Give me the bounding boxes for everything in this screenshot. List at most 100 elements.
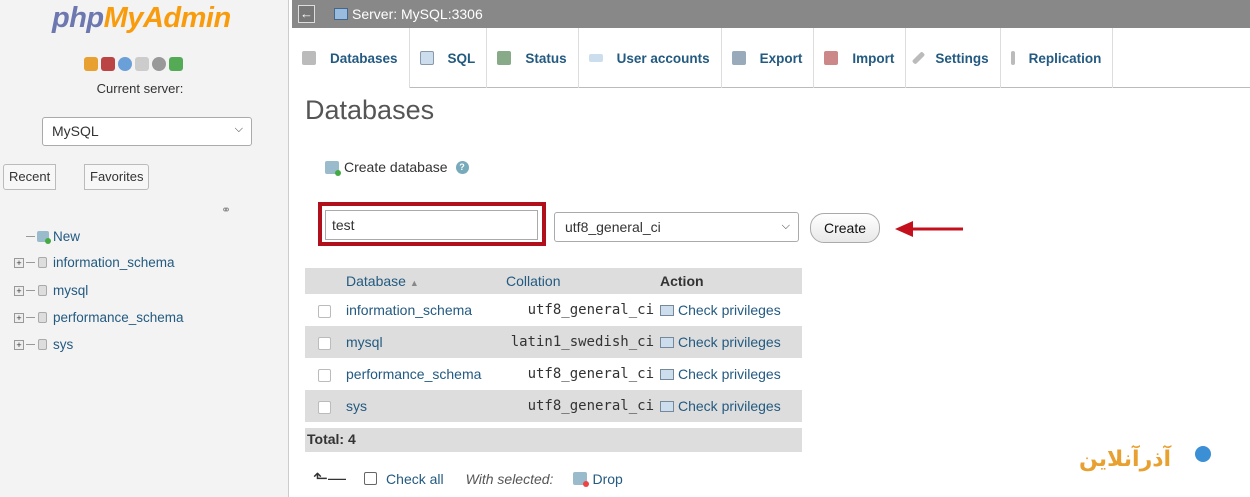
database-name-input[interactable] <box>325 210 538 240</box>
collation-cell: latin1_swedish_ci <box>503 326 657 358</box>
tree-item-new[interactable]: New <box>14 229 80 244</box>
help-icon[interactable]: ? <box>455 160 469 174</box>
logo-myadmin: MyAdmin <box>103 2 232 34</box>
table-row: sys utf8_general_ci Check privileges <box>305 390 802 422</box>
row-checkbox[interactable] <box>317 304 331 318</box>
phpmyadmin-logo[interactable]: phpMyAdmin <box>52 2 231 35</box>
nav-icon-row <box>84 57 183 71</box>
expand-icon[interactable]: + <box>14 339 24 350</box>
database-icon <box>38 257 47 268</box>
tree-item-performance-schema[interactable]: + performance_schema <box>14 310 184 325</box>
header-label: Collation <box>506 273 561 289</box>
header-checkbox-cell <box>305 268 343 294</box>
documentation-icon[interactable] <box>135 57 149 71</box>
users-icon <box>588 54 603 62</box>
tree-item-label: information_schema <box>53 255 175 270</box>
watermark-text: آذرآنلاین <box>1079 444 1172 472</box>
check-privileges-label: Check privileges <box>678 398 781 414</box>
server-breadcrumb[interactable]: Server: MySQL:3306 <box>352 6 483 22</box>
arrow-annotation-icon <box>895 221 963 237</box>
database-icon <box>38 285 47 296</box>
tab-user-accounts[interactable]: User accounts <box>579 28 722 88</box>
tab-sql[interactable]: SQL <box>410 28 488 88</box>
tab-export[interactable]: Export <box>722 28 815 88</box>
collation-cell: utf8_general_ci <box>503 358 657 390</box>
row-checkbox-cell <box>305 390 343 422</box>
with-selected-label: With selected: <box>465 470 554 487</box>
header-database[interactable]: Database ▲ <box>343 268 503 294</box>
create-database-heading: Create database ? <box>325 159 469 176</box>
table-header-row: Database ▲ Collation Action <box>305 268 802 294</box>
tab-label: Status <box>525 50 567 66</box>
link-icon[interactable]: ⚭ <box>221 203 231 217</box>
table-row: mysql latin1_swedish_ci Check privileges <box>305 326 802 358</box>
main-tab-bar: Databases SQL Status User accounts Expor… <box>292 28 1250 88</box>
check-privileges-link[interactable]: Check privileges <box>657 294 802 326</box>
page-title: Databases <box>305 95 435 125</box>
tab-label: SQL <box>447 50 476 66</box>
row-checkbox[interactable] <box>317 400 331 414</box>
tree-line <box>26 236 35 237</box>
tab-import[interactable]: Import <box>814 28 907 88</box>
collapse-sidebar-button[interactable]: ← <box>298 5 315 23</box>
database-name-link[interactable]: mysql <box>343 326 503 358</box>
tree-item-sys[interactable]: + sys <box>14 337 73 352</box>
replication-icon <box>1010 51 1015 65</box>
tab-label: Import <box>852 50 895 66</box>
check-privileges-link[interactable]: Check privileges <box>657 358 802 390</box>
expand-icon[interactable]: + <box>14 257 24 268</box>
check-all-label[interactable]: Check all <box>386 471 444 487</box>
expand-icon[interactable]: + <box>14 285 24 296</box>
row-checkbox-cell <box>305 358 343 390</box>
create-database-label: Create database <box>344 159 448 175</box>
home-icon[interactable] <box>84 57 98 71</box>
gear-icon[interactable] <box>152 57 166 71</box>
database-name-link[interactable]: performance_schema <box>343 358 503 390</box>
expand-icon[interactable]: + <box>14 312 24 323</box>
tree-item-label: mysql <box>53 283 89 298</box>
tab-databases[interactable]: Databases <box>292 28 410 88</box>
table-row: performance_schema utf8_general_ci Check… <box>305 358 802 390</box>
server-icon <box>334 8 348 20</box>
tab-label: Databases <box>330 50 398 66</box>
recent-tab[interactable]: Recent <box>3 164 57 190</box>
create-button[interactable]: Create <box>810 213 880 243</box>
tree-line <box>26 290 35 291</box>
tab-label: Replication <box>1028 50 1102 66</box>
arrow-head <box>895 221 913 237</box>
server-select[interactable]: MySQL ⌵ <box>42 117 252 146</box>
check-privileges-link[interactable]: Check privileges <box>657 390 802 422</box>
database-name-link[interactable]: sys <box>343 390 503 422</box>
check-privileges-link[interactable]: Check privileges <box>657 326 802 358</box>
tab-replication[interactable]: Replication <box>1001 28 1114 88</box>
check-all-checkbox[interactable] <box>364 472 378 485</box>
row-checkbox-cell <box>305 294 343 326</box>
privileges-icon <box>660 337 674 348</box>
header-collation[interactable]: Collation <box>503 268 657 294</box>
logout-icon[interactable] <box>101 57 115 71</box>
row-checkbox[interactable] <box>317 336 331 350</box>
tree-item-information-schema[interactable]: + information_schema <box>14 255 175 270</box>
sort-ascending-icon: ▲ <box>409 278 419 288</box>
sql-icon <box>419 51 434 65</box>
tree-item-mysql[interactable]: + mysql <box>14 283 88 298</box>
collation-select[interactable]: utf8_general_ci ⌵ <box>554 212 799 242</box>
database-icon <box>38 339 47 350</box>
drop-button[interactable]: Drop <box>592 471 622 487</box>
chevron-down-icon: ⌵ <box>781 220 790 232</box>
server-select-value: MySQL <box>52 123 99 139</box>
total-count: Total: 4 <box>305 428 802 452</box>
logo-php: php <box>52 2 104 34</box>
header-label: Database <box>346 273 406 289</box>
tab-status[interactable]: Status <box>487 28 579 88</box>
row-checkbox-cell <box>305 326 343 358</box>
tab-settings[interactable]: Settings <box>906 28 1001 88</box>
check-privileges-label: Check privileges <box>678 334 781 350</box>
navigation-sidebar: phpMyAdmin Current server: MySQL ⌵ Recent… <box>0 0 289 497</box>
help-icon[interactable] <box>118 57 132 71</box>
row-checkbox[interactable] <box>317 368 331 382</box>
databases-table: Database ▲ Collation Action information_… <box>305 268 802 422</box>
database-name-link[interactable]: information_schema <box>343 294 503 326</box>
reload-icon[interactable] <box>169 57 183 71</box>
favorites-tab[interactable]: Favorites <box>84 164 150 190</box>
